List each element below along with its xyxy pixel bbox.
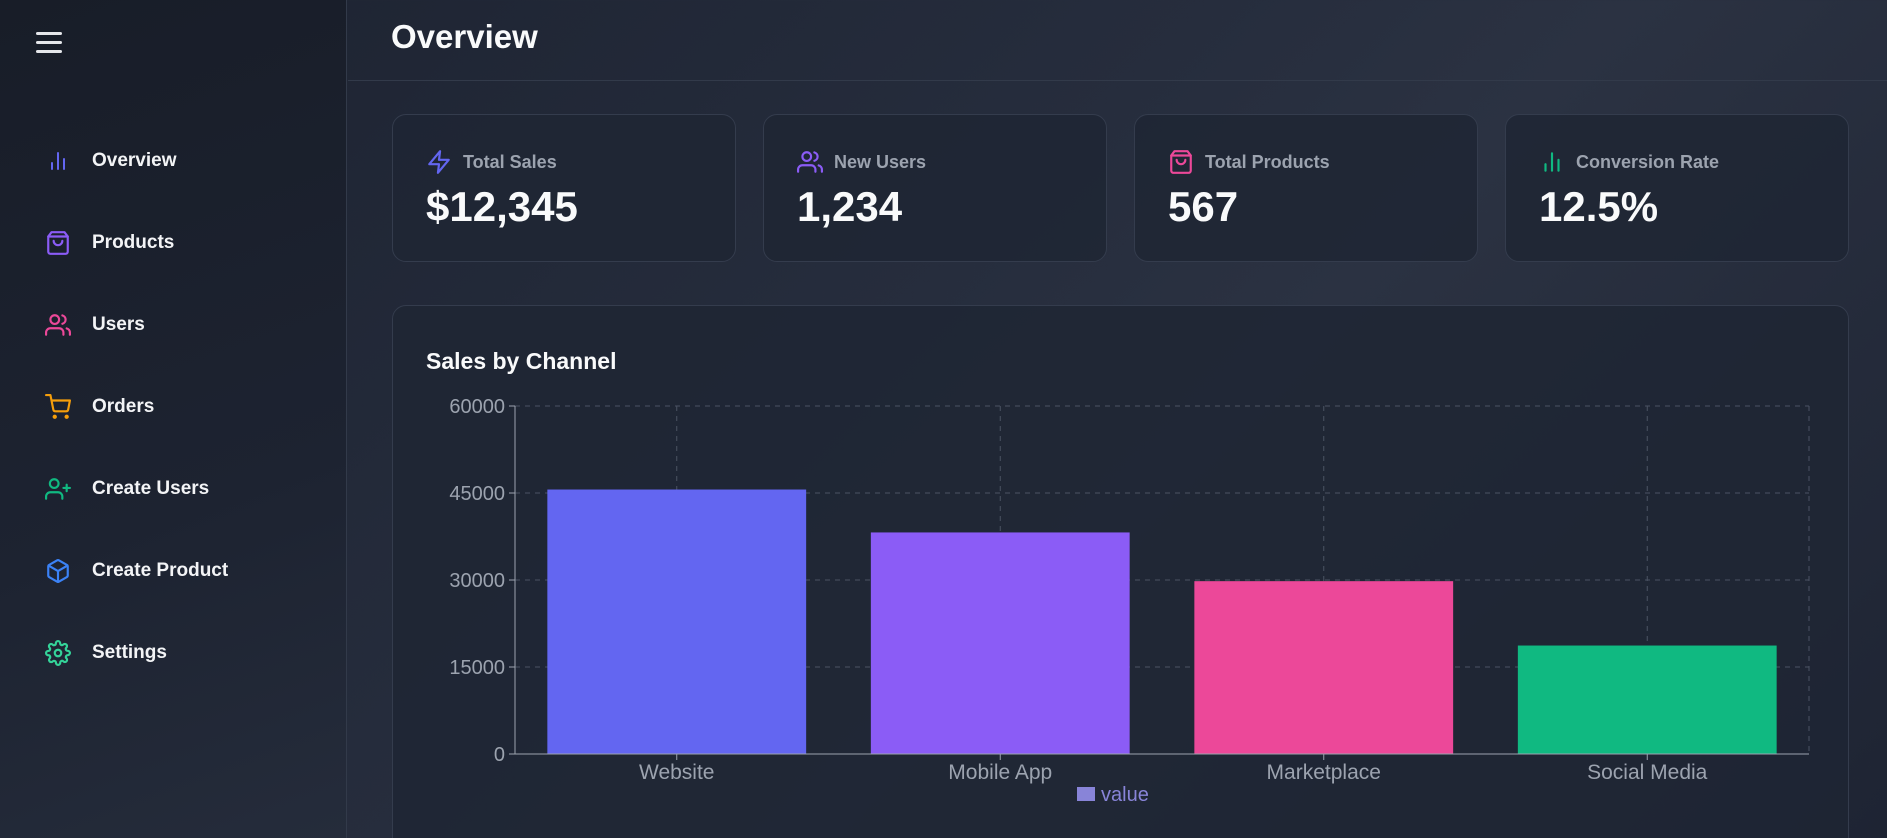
user-plus-icon: [44, 475, 72, 503]
sidebar-item-create-users[interactable]: Create Users: [0, 448, 347, 530]
shopping-bag-icon: [44, 229, 72, 257]
sidebar-item-users[interactable]: Users: [0, 284, 347, 366]
y-tick-label: 45000: [449, 483, 505, 505]
stat-value: 1,234: [797, 183, 903, 230]
sidebar-item-label: Settings: [92, 642, 167, 663]
shopping-cart-icon: [44, 393, 72, 421]
users-icon: [797, 149, 823, 175]
sidebar-item-label: Users: [92, 314, 145, 335]
y-tick-label: 15000: [449, 657, 505, 679]
sidebar-item-products[interactable]: Products: [0, 202, 347, 284]
legend-label: value: [1101, 784, 1149, 806]
y-tick-label: 0: [494, 744, 505, 766]
sales-by-channel-chart: 0 15000 30000 45000 60000 Website Mobile App Ma…: [449, 396, 1810, 806]
sidebar-item-label: Create Product: [92, 560, 229, 581]
menu-icon[interactable]: [36, 32, 62, 54]
stat-value: 567: [1168, 183, 1239, 230]
bar: [870, 532, 1130, 754]
sales-chart-card: Sales by Channel 0 15000 30000 45000 60000 We…: [392, 305, 1849, 838]
y-tick-label: 60000: [449, 396, 505, 418]
users-icon: [44, 311, 72, 339]
x-tick-label: Mobile App: [948, 761, 1052, 784]
sidebar-item-orders[interactable]: Orders: [0, 366, 347, 448]
stat-value: 12.5%: [1539, 183, 1659, 230]
lightning-icon: [426, 149, 452, 175]
stat-card-total-products: Total Products 567: [1134, 114, 1478, 262]
stat-card-conversion-rate: Conversion Rate 12.5%: [1505, 114, 1849, 262]
bar: [547, 489, 807, 754]
stat-label: Total Products: [1205, 152, 1330, 172]
sidebar-item-overview[interactable]: Overview: [0, 120, 347, 202]
stat-label: New Users: [834, 152, 927, 172]
sidebar-item-settings[interactable]: Settings: [0, 612, 347, 694]
bar: [1194, 581, 1454, 754]
x-tick-label: Website: [639, 761, 714, 784]
sidebar-item-label: Orders: [92, 396, 155, 417]
gear-icon: [44, 639, 72, 667]
package-icon: [44, 557, 72, 585]
stat-label: Conversion Rate: [1576, 152, 1720, 172]
bar-chart-icon: [1539, 149, 1565, 175]
x-tick-label: Social Media: [1587, 761, 1708, 784]
sidebar-item-label: Overview: [92, 150, 177, 171]
shopping-bag-icon: [1168, 149, 1194, 175]
stat-card-total-sales: Total Sales $12,345: [392, 114, 736, 262]
bar: [1517, 645, 1777, 754]
top-header: Overview: [348, 0, 1887, 81]
stat-label: Total Sales: [463, 152, 557, 172]
page-title: Overview: [391, 18, 538, 55]
legend-swatch: [1077, 787, 1095, 801]
stat-value: $12,345: [426, 183, 578, 230]
sidebar-nav: Overview Products Users Orders Create Us…: [0, 120, 347, 694]
y-tick-label: 30000: [449, 570, 505, 592]
sidebar-item-label: Create Users: [92, 478, 210, 499]
sidebar-item-label: Products: [92, 232, 175, 253]
stat-card-new-users: New Users 1,234: [763, 114, 1107, 262]
x-tick-label: Marketplace: [1267, 761, 1381, 784]
sidebar-item-create-product[interactable]: Create Product: [0, 530, 347, 612]
sidebar: Overview Products Users Orders Create Us…: [0, 0, 347, 838]
bar-chart-icon: [44, 147, 72, 175]
